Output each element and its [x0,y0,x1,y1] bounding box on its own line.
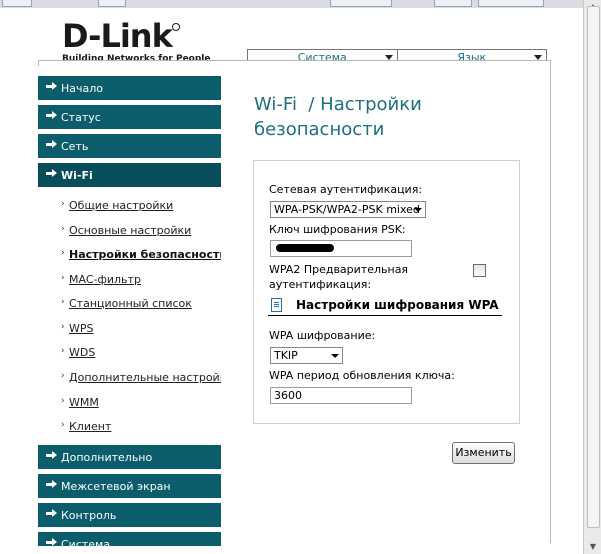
sidebar-subitem-general[interactable]: › Общие настройки [38,195,221,215]
chevron-down-icon[interactable] [328,348,342,363]
wpa-enc-label: WPA шифрование: [269,329,376,342]
bullet-icon: › [61,297,65,307]
chevron-down-icon[interactable] [411,202,425,217]
psk-input[interactable] [270,240,412,257]
scrollbar-thumb[interactable] [587,6,600,528]
sidebar-item-label: Дополнительно [61,451,153,464]
auth-select-value: WPA-PSK/WPA2-PSK mixed [274,203,420,216]
sidebar-subitem-basic[interactable]: › Основные настройки [38,220,221,240]
psk-label: Ключ шифрования PSK: [269,223,406,236]
arrow-right-icon [46,451,57,459]
sidebar-item-status[interactable]: Статус [38,105,221,131]
bullet-icon: › [61,199,65,209]
document-icon [271,298,282,312]
scroll-down-icon[interactable]: ▼ [584,540,601,554]
sidebar-item-advanced[interactable]: Дополнительно [38,445,221,471]
preauth-label: WPA2 Предварительная аутентификация: [269,263,408,291]
bullet-icon: › [61,420,65,430]
apply-button[interactable]: Изменить [452,442,515,464]
sidebar-subitem-station-list[interactable]: › Станционный список [38,293,221,313]
masked-value [276,244,334,252]
preauth-label-line: WPA2 Предварительная [269,263,409,276]
preauth-checkbox[interactable] [473,264,486,277]
sidebar-item-label: Межсетевой экран [61,480,171,493]
toolbar-segment [2,0,32,7]
browser-scrollbar[interactable]: ▲ ▼ [583,0,601,554]
sidebar-item-label: Начало [61,82,104,95]
subitem-link[interactable]: Общие настройки [69,199,173,212]
sidebar-subitem-advanced[interactable]: › Дополнительные настройки [38,367,221,387]
sidebar-subitem-wds[interactable]: › WDS [38,342,221,362]
sidebar: Начало Статус Сеть Wi-Fi › Общие настройк… [38,66,221,546]
arrow-right-icon [46,509,57,517]
page-title: Wi-Fi / Настройки безопасности [254,92,494,142]
sidebar-item-firewall[interactable]: Межсетевой экран [38,474,221,500]
wpa-enc-select[interactable]: TKIP [270,347,343,364]
arrow-right-icon [46,480,57,488]
subitem-link[interactable]: Клиент [69,420,111,433]
rekey-label: WPA период обновления ключа: [269,369,455,382]
arrow-right-icon [46,111,57,119]
arrow-right-icon [46,538,57,546]
sidebar-item-home[interactable]: Начало [38,76,221,102]
sidebar-item-label: Статус [61,111,101,124]
subitem-link[interactable]: Основные настройки [69,224,191,237]
wpa-section-header: Настройки шифрования WPA [268,296,502,316]
dlink-logo: D-Link Building Networks for People [62,20,210,64]
subitem-link[interactable]: Дополнительные настройки [69,371,221,384]
subitem-link[interactable]: Станционный список [69,297,192,310]
sidebar-item-wifi[interactable]: Wi-Fi [38,163,221,189]
preauth-label-line: аутентификация: [269,278,372,291]
sidebar-item-system[interactable]: Система [38,532,221,546]
subitem-link[interactable]: WMM [69,396,99,409]
sidebar-subitem-wmm[interactable]: › WMM [38,392,221,412]
page-title-line: безопасности [254,119,385,140]
wpa-section-title: Настройки шифрования WPA [296,298,499,312]
arrow-right-icon [46,169,57,177]
toolbar-segment [478,0,544,7]
bullet-icon: › [61,273,65,283]
sidebar-subitem-mac-filter[interactable]: › MAC-фильтр [38,269,221,289]
bullet-icon: › [61,396,65,406]
toolbar-segment [98,0,126,7]
arrow-right-icon [46,82,57,90]
sidebar-item-network[interactable]: Сеть [38,134,221,160]
bullet-icon: › [61,224,65,234]
sidebar-subitem-security[interactable]: › Настройки безопасности [38,244,221,264]
sidebar-subitem-wps[interactable]: › WPS [38,318,221,338]
toolbar-segment [330,0,392,7]
sidebar-item-label: Система [61,538,111,546]
sidebar-item-control[interactable]: Контроль [38,503,221,529]
sidebar-item-label: Wi-Fi [61,169,93,182]
sidebar-item-label: Сеть [61,140,89,153]
security-settings-panel [253,160,520,424]
bullet-icon: › [61,346,65,356]
subitem-link[interactable]: MAC-фильтр [69,273,141,286]
bullet-icon: › [61,322,65,332]
page-title-line: Wi-Fi / Настройки [254,94,422,115]
brand-name: D-Link [62,17,173,55]
rekey-input[interactable]: 3600 [270,387,412,404]
arrow-right-icon [46,140,57,148]
auth-label: Сетевая аутентификация: [269,183,423,196]
toolbar-segment [434,0,472,7]
sidebar-item-label: Контроль [61,509,117,522]
auth-select[interactable]: WPA-PSK/WPA2-PSK mixed [270,201,426,218]
bullet-icon: › [61,371,65,381]
sidebar-subitem-client[interactable]: › Клиент [38,416,221,436]
subitem-link[interactable]: WPS [69,322,94,335]
subitem-link[interactable]: Настройки безопасности [69,248,221,261]
subitem-link[interactable]: WDS [69,346,95,359]
wpa-enc-select-value: TKIP [274,349,298,362]
bullet-icon: › [61,248,65,258]
registered-mark-icon [171,23,180,31]
browser-toolbar-strip [0,0,601,8]
